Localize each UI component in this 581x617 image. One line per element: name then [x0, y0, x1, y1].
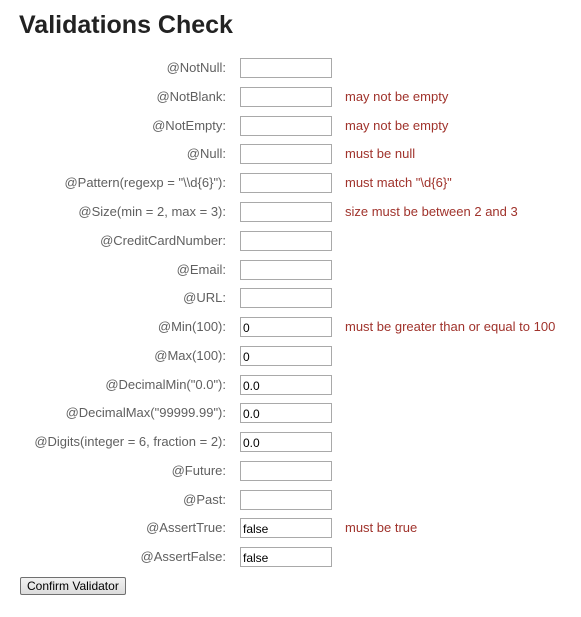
email-input[interactable]: [240, 260, 332, 280]
form-row-min: @Min(100): must be greater than or equal…: [0, 317, 581, 337]
past-input[interactable]: [240, 490, 332, 510]
form-row-email: @Email:: [0, 260, 581, 280]
field-label-asserttrue: @AssertTrue:: [146, 520, 226, 535]
error-message-min: must be greater than or equal to 100: [345, 319, 556, 334]
form-row-notempty: @NotEmpty: may not be empty: [0, 116, 581, 136]
assertfalse-input[interactable]: [240, 547, 332, 567]
field-label-creditcardnumber: @CreditCardNumber:: [100, 233, 226, 248]
form-row-max: @Max(100):: [0, 346, 581, 366]
field-label-pattern: @Pattern(regexp = "\\d{6}"):: [64, 175, 226, 190]
field-label-digits: @Digits(integer = 6, fraction = 2):: [34, 434, 226, 449]
url-input[interactable]: [240, 288, 332, 308]
form-row-future: @Future:: [0, 461, 581, 481]
future-input[interactable]: [240, 461, 332, 481]
field-label-notempty: @NotEmpty:: [152, 118, 226, 133]
creditcardnumber-input[interactable]: [240, 231, 332, 251]
notnull-input[interactable]: [240, 58, 332, 78]
form-row-decimalmax: @DecimalMax("99999.99"):: [0, 403, 581, 423]
form-row-notblank: @NotBlank: may not be empty: [0, 87, 581, 107]
form-row-asserttrue: @AssertTrue: must be true: [0, 518, 581, 538]
error-message-asserttrue: must be true: [345, 520, 418, 535]
field-label-email: @Email:: [176, 262, 226, 277]
error-message-null: must be null: [345, 146, 416, 161]
field-label-size: @Size(min = 2, max = 3):: [78, 204, 226, 219]
error-message-size: size must be between 2 and 3: [345, 204, 518, 219]
notblank-input[interactable]: [240, 87, 332, 107]
min-input[interactable]: [240, 317, 332, 337]
decimalmax-input[interactable]: [240, 403, 332, 423]
form-row-decimalmin: @DecimalMin("0.0"):: [0, 375, 581, 395]
pattern-input[interactable]: [240, 173, 332, 193]
form-row-past: @Past:: [0, 490, 581, 510]
confirm-validator-button[interactable]: Confirm Validator: [20, 577, 126, 595]
field-label-decimalmin: @DecimalMin("0.0"):: [105, 377, 226, 392]
form-row-null: @Null: must be null: [0, 144, 581, 164]
asserttrue-input[interactable]: [240, 518, 332, 538]
form-row-url: @URL:: [0, 288, 581, 308]
field-label-past: @Past:: [183, 492, 226, 507]
error-message-pattern: must match "\d{6}": [345, 175, 452, 190]
field-label-decimalmax: @DecimalMax("99999.99"):: [65, 405, 226, 420]
field-label-url: @URL:: [183, 290, 226, 305]
form-row-notnull: @NotNull:: [0, 58, 581, 78]
field-label-null: @Null:: [186, 146, 226, 161]
field-label-notnull: @NotNull:: [166, 60, 226, 75]
field-label-future: @Future:: [171, 463, 226, 478]
decimalmin-input[interactable]: [240, 375, 332, 395]
error-message-notempty: may not be empty: [345, 118, 449, 133]
max-input[interactable]: [240, 346, 332, 366]
form-row-assertfalse: @AssertFalse:: [0, 547, 581, 567]
field-label-max: @Max(100):: [154, 348, 226, 363]
null-input[interactable]: [240, 144, 332, 164]
form-row-pattern: @Pattern(regexp = "\\d{6}"): must match …: [0, 173, 581, 193]
form-row-digits: @Digits(integer = 6, fraction = 2):: [0, 432, 581, 452]
form-row-creditcardnumber: @CreditCardNumber:: [0, 231, 581, 251]
page-title: Validations Check: [19, 11, 233, 39]
field-label-min: @Min(100):: [157, 319, 226, 334]
field-label-assertfalse: @AssertFalse:: [140, 549, 226, 564]
digits-input[interactable]: [240, 432, 332, 452]
form-row-size: @Size(min = 2, max = 3): size must be be…: [0, 202, 581, 222]
notempty-input[interactable]: [240, 116, 332, 136]
error-message-notblank: may not be empty: [345, 89, 449, 104]
field-label-notblank: @NotBlank:: [156, 89, 226, 104]
size-input[interactable]: [240, 202, 332, 222]
